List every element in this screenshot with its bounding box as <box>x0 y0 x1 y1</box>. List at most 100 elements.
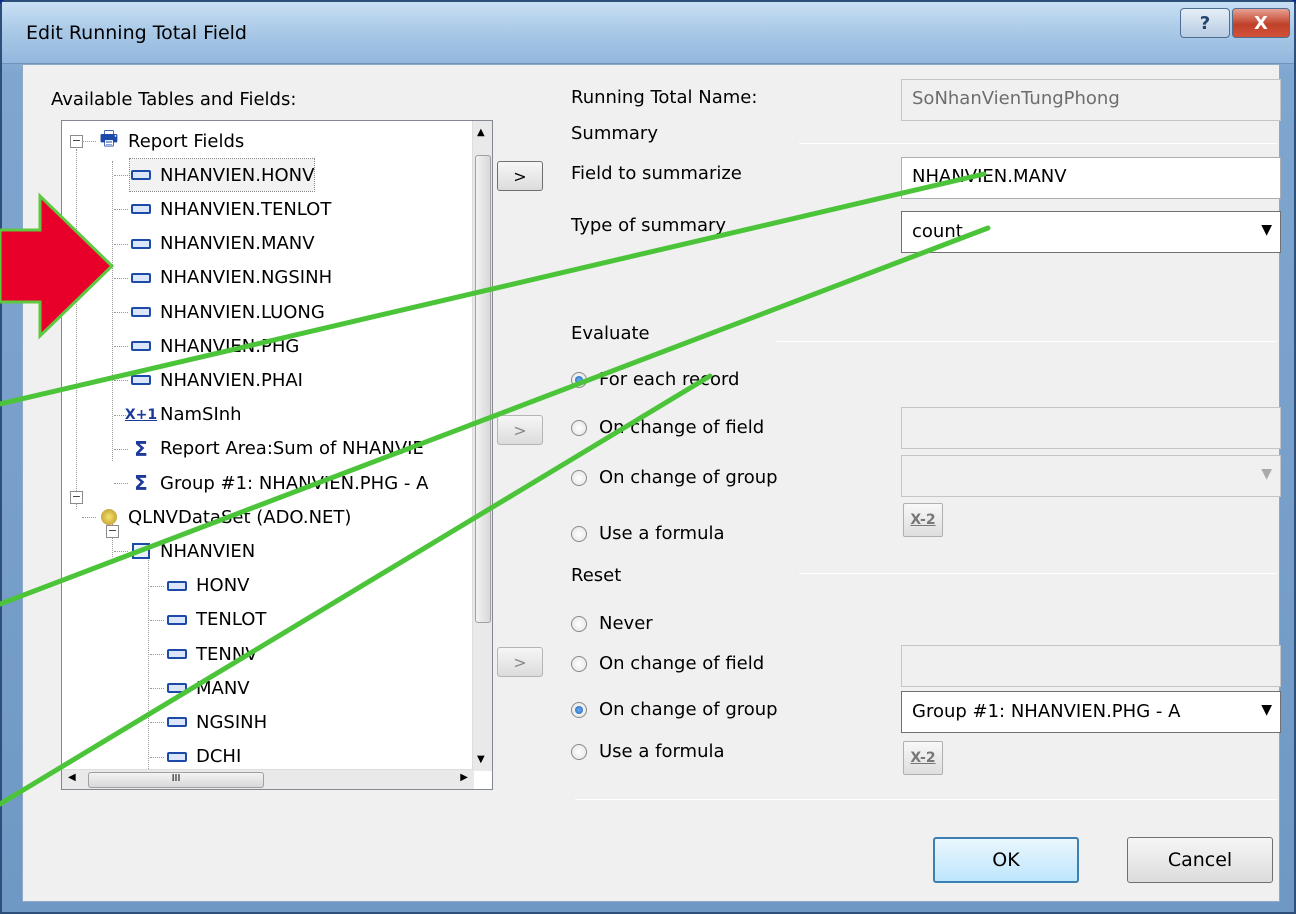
field-icon-glyph <box>131 341 151 352</box>
tree-item-label: Report Area:Sum of NHANVIE <box>160 438 424 460</box>
fields-tree[interactable]: − − − 🖶 Report Fields NHANVIEN.HONV NHANVIE… <box>61 120 493 790</box>
evaluate-radio-use-formula[interactable]: Use a formula <box>571 523 725 544</box>
sum-icon: Σ <box>130 437 152 461</box>
evaluate-radio-for-each-record[interactable]: For each record <box>571 369 739 390</box>
radio-button[interactable] <box>571 655 587 672</box>
tree-item[interactable]: NHANVIEN.LUONG <box>114 296 325 328</box>
tree-item[interactable]: DCHI <box>150 741 241 773</box>
evaluate-field-input[interactable] <box>901 407 1281 449</box>
field-icon <box>130 269 152 287</box>
tree-connector <box>114 175 128 177</box>
radio-label: Use a formula <box>599 523 725 544</box>
tree-item[interactable]: NHANVIEN.PHAI <box>114 364 303 396</box>
tree-line <box>112 161 113 461</box>
reset-radio-change-of-group[interactable]: On change of group <box>571 699 778 720</box>
close-button[interactable]: X <box>1232 8 1290 38</box>
dialog-client-area: Available Tables and Fields: − − − 🖶 Repo… <box>22 64 1281 902</box>
table-icon-glyph <box>132 543 150 560</box>
field-icon <box>130 303 152 321</box>
field-icon <box>130 235 152 253</box>
reset-formula-button[interactable]: X-2 <box>903 741 943 775</box>
radio-label: On change of field <box>599 417 765 438</box>
tree-item[interactable]: Σ Group #1: NHANVIEN.PHG - A <box>114 467 429 499</box>
radio-button[interactable] <box>571 419 587 436</box>
add-evaluate-field-button[interactable]: > <box>497 415 543 445</box>
radio-label: For each record <box>599 369 740 390</box>
field-icon <box>166 577 188 595</box>
field-icon-glyph <box>167 649 187 659</box>
vertical-scroll-thumb[interactable] <box>475 155 491 623</box>
radio-button[interactable] <box>571 615 587 632</box>
tree-item-label: MANV <box>196 677 250 699</box>
tree-connector <box>114 346 128 348</box>
running-total-name-field[interactable]: SoNhanVienTungPhong <box>901 79 1281 121</box>
field-icon-glyph <box>167 614 187 625</box>
tree-item-label: NHANVIEN.PHG <box>160 335 300 357</box>
evaluate-section-label: Evaluate <box>571 323 650 344</box>
tree-item[interactable]: Σ Report Area:Sum of NHANVIE <box>114 433 424 465</box>
scroll-up-icon[interactable]: ▲ <box>477 127 485 138</box>
radio-label: On change of field <box>599 653 765 674</box>
radio-button[interactable] <box>571 743 587 760</box>
field-icon-glyph <box>167 717 187 728</box>
tree-item[interactable]: NHANVIEN <box>114 535 255 567</box>
scroll-right-icon[interactable]: ▶ <box>460 772 468 783</box>
reset-radio-never[interactable]: Never <box>571 613 653 634</box>
evaluate-radio-change-of-group[interactable]: On change of group <box>571 467 778 488</box>
tree-vertical-scrollbar[interactable]: ▲ ▼ <box>472 121 492 771</box>
tree-item[interactable]: NHANVIEN.HONV <box>114 158 316 193</box>
tree-connector <box>82 517 96 519</box>
tree-item-label: Group #1: NHANVIEN.PHG - A <box>160 472 429 494</box>
radio-button[interactable] <box>571 701 587 718</box>
tree-connector <box>150 722 164 724</box>
formula-icon-glyph: X+1 <box>124 406 158 423</box>
scroll-left-icon[interactable]: ◀ <box>68 772 76 783</box>
available-fields-label: Available Tables and Fields: <box>51 89 297 110</box>
tree-item[interactable]: TENNV <box>150 638 258 670</box>
cancel-button[interactable]: Cancel <box>1127 837 1273 883</box>
type-of-summary-value: count <box>912 221 963 242</box>
tree-item[interactable]: X+1 NamSInh <box>114 399 242 431</box>
evaluate-formula-button[interactable]: X-2 <box>903 503 943 537</box>
field-icon-glyph <box>131 272 151 283</box>
field-to-summarize-field[interactable]: NHANVIEN.MANV <box>901 157 1281 199</box>
tree-item[interactable]: HONV <box>150 570 249 602</box>
tree-item[interactable]: NHANVIEN.NGSINH <box>114 262 332 294</box>
tree-item[interactable]: 🖶 Report Fields <box>82 125 244 157</box>
report-icon: 🖶 <box>98 126 120 150</box>
ok-button[interactable]: OK <box>933 837 1079 883</box>
field-icon-glyph <box>131 238 151 249</box>
tree-item[interactable]: QLNVDataSet (ADO.NET) <box>82 501 351 533</box>
collapse-dataset-toggle[interactable]: − <box>70 491 83 504</box>
tree-connector <box>114 312 128 313</box>
tree-horizontal-scrollbar[interactable]: ◀ III ▶ <box>62 769 474 789</box>
tree-connector <box>114 483 128 484</box>
tree-item[interactable]: NHANVIEN.PHG <box>114 330 300 362</box>
field-icon-glyph <box>167 683 187 694</box>
tree-item[interactable]: NGSINH <box>150 706 267 738</box>
help-button[interactable]: ? <box>1180 8 1230 38</box>
scroll-down-icon[interactable]: ▼ <box>477 754 485 765</box>
evaluate-radio-change-of-field[interactable]: On change of field <box>571 417 764 438</box>
title-bar[interactable]: Edit Running Total Field ? X <box>2 2 1294 64</box>
radio-button[interactable] <box>571 469 587 486</box>
tree-item[interactable]: NHANVIEN.MANV <box>114 228 315 260</box>
radio-button[interactable] <box>571 525 587 542</box>
tree-item[interactable]: NHANVIEN.TENLOT <box>114 193 331 225</box>
buttons-separator <box>575 799 1277 800</box>
type-of-summary-select[interactable]: count ▼ <box>901 211 1281 253</box>
evaluate-group-select[interactable]: ▼ <box>901 455 1281 497</box>
add-summary-field-button[interactable]: > <box>497 161 543 191</box>
radio-button[interactable] <box>571 371 587 388</box>
tree-connector <box>114 243 128 245</box>
add-reset-field-button[interactable]: > <box>497 647 543 677</box>
reset-radio-change-of-field[interactable]: On change of field <box>571 653 764 674</box>
field-icon-glyph <box>131 204 151 215</box>
reset-radio-use-formula[interactable]: Use a formula <box>571 741 725 762</box>
tree-item[interactable]: TENLOT <box>150 604 266 636</box>
field-icon <box>166 679 188 697</box>
horizontal-scroll-thumb[interactable]: III <box>88 772 264 788</box>
reset-group-select[interactable]: Group #1: NHANVIEN.PHG - A ▼ <box>901 691 1281 733</box>
tree-item[interactable]: MANV <box>150 672 250 704</box>
reset-field-input[interactable] <box>901 645 1281 687</box>
